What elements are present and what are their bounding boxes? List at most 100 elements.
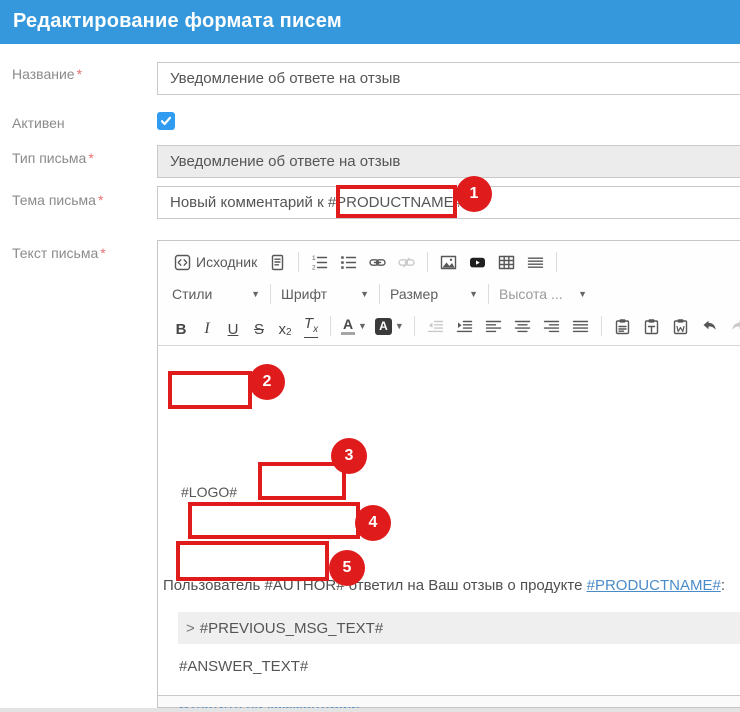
body-label-text: Текст письма [12, 245, 98, 261]
source-button-label: Исходник [196, 254, 257, 270]
name-label: Название* [12, 66, 82, 82]
editor-status-bar [158, 695, 740, 707]
font-dropdown[interactable]: Шрифт ▼ [277, 284, 373, 304]
toolbar-separator [414, 316, 415, 336]
justify-icon [572, 318, 589, 335]
italic-button[interactable]: I [195, 314, 219, 338]
page-title: Редактирование формата писем [0, 0, 740, 42]
chevron-down-icon: ▼ [469, 289, 478, 299]
active-label: Активен [12, 115, 65, 131]
line-height-dropdown[interactable]: Высота ... ▼ [495, 284, 591, 304]
subscript-sub: 2 [286, 327, 292, 338]
remove-format-button[interactable]: Tx [299, 314, 323, 338]
editor-content[interactable]: #LOGO# Пользователь #AUTHOR# ответил на … [158, 346, 740, 696]
svg-text:1: 1 [312, 255, 316, 262]
align-right-button[interactable] [538, 315, 565, 338]
strikethrough-button[interactable]: S [247, 314, 271, 338]
size-dropdown-label: Размер [390, 286, 438, 302]
align-right-icon [543, 318, 560, 335]
numbered-list-button[interactable]: 12 [306, 251, 333, 274]
quote-block: > #PREVIOUS_MSG_TEXT# [178, 612, 740, 644]
toolbar-separator [488, 284, 489, 304]
author-placeholder: #AUTHOR# [265, 577, 345, 594]
bulleted-list-button[interactable] [335, 251, 362, 274]
image-button[interactable] [435, 251, 462, 274]
templates-button[interactable] [264, 251, 291, 274]
toolbar-row-3: B I U S x2 Tx A ▼ A ▼ [158, 308, 740, 344]
align-center-icon [514, 318, 531, 335]
active-checkbox[interactable] [157, 112, 175, 130]
paste-icon [614, 318, 631, 335]
chevron-down-icon: ▼ [358, 321, 367, 331]
justify-button[interactable] [567, 315, 594, 338]
body-label: Текст письма* [12, 245, 106, 261]
undo-icon [701, 318, 718, 335]
underline-button[interactable]: U [221, 314, 245, 338]
table-icon [498, 254, 515, 271]
rich-text-editor: Исходник 12 [157, 240, 740, 708]
active-label-text: Активен [12, 115, 65, 131]
name-input[interactable] [157, 62, 740, 95]
styles-dropdown[interactable]: Стили ▼ [168, 284, 264, 304]
align-left-button[interactable] [480, 315, 507, 338]
remove-format-glyph: Tx [304, 316, 318, 338]
required-asterisk: * [77, 66, 82, 82]
paste-from-word-button[interactable] [667, 315, 694, 338]
required-asterisk: * [88, 150, 93, 166]
answer-placeholder: #ANSWER_TEXT# [179, 658, 308, 675]
toolbar-separator [270, 284, 271, 304]
text-color-icon: A [341, 318, 355, 335]
background-color-icon: A [375, 318, 392, 335]
paste-plain-text-button[interactable] [638, 315, 665, 338]
line-height-dropdown-label: Высота ... [499, 286, 563, 302]
toolbar-row-2: Стили ▼ Шрифт ▼ Размер ▼ Высота ... ▼ [158, 280, 740, 308]
productname-link[interactable]: #PRODUCTNAME# [587, 577, 721, 594]
source-icon [174, 254, 191, 271]
page-bottom-strip [0, 708, 740, 712]
redo-icon [730, 318, 740, 335]
type-label-text: Тип письма [12, 150, 86, 166]
paste-from-word-icon [672, 318, 689, 335]
logo-placeholder: #LOGO# [181, 484, 237, 500]
paste-plain-text-icon [643, 318, 660, 335]
size-dropdown[interactable]: Размер ▼ [386, 284, 482, 304]
unlink-icon [398, 254, 415, 271]
toolbar-row-1: Исходник 12 [158, 241, 740, 280]
notification-paragraph: Пользователь #AUTHOR# ответил на Ваш отз… [163, 576, 738, 596]
text-color-button[interactable]: A ▼ [338, 318, 370, 335]
required-asterisk: * [98, 192, 103, 208]
source-button[interactable]: Исходник [169, 251, 262, 274]
paste-button[interactable] [609, 315, 636, 338]
bold-button[interactable]: B [169, 314, 193, 338]
subscript-button[interactable]: x2 [273, 314, 297, 338]
redo-button [725, 315, 740, 338]
toolbar-separator [298, 252, 299, 272]
align-center-button[interactable] [509, 315, 536, 338]
indent-button[interactable] [451, 315, 478, 338]
type-label: Тип письма* [12, 150, 94, 166]
youtube-button[interactable] [464, 251, 491, 274]
align-left-icon [485, 318, 502, 335]
undo-button[interactable] [696, 315, 723, 338]
subject-input[interactable] [157, 186, 740, 219]
required-asterisk: * [100, 245, 105, 261]
toolbar-separator [556, 252, 557, 272]
chevron-down-icon: ▼ [578, 289, 587, 299]
paragraph-text: ответил на Ваш отзыв о продукте [345, 577, 587, 594]
unlink-button [393, 251, 420, 274]
toolbar-separator [601, 316, 602, 336]
link-button[interactable] [364, 251, 391, 274]
background-color-button[interactable]: A ▼ [372, 318, 407, 335]
bulleted-list-icon [340, 254, 357, 271]
numbered-list-icon: 12 [311, 254, 328, 271]
toolbar-separator [330, 316, 331, 336]
horizontal-rule-icon [527, 254, 544, 271]
link-icon [369, 254, 386, 271]
toolbar-separator [379, 284, 380, 304]
horizontal-rule-button[interactable] [522, 251, 549, 274]
indent-icon [456, 318, 473, 335]
outdent-button [422, 315, 449, 338]
table-button[interactable] [493, 251, 520, 274]
paragraph-text: Пользователь [163, 577, 265, 594]
templates-icon [269, 254, 286, 271]
